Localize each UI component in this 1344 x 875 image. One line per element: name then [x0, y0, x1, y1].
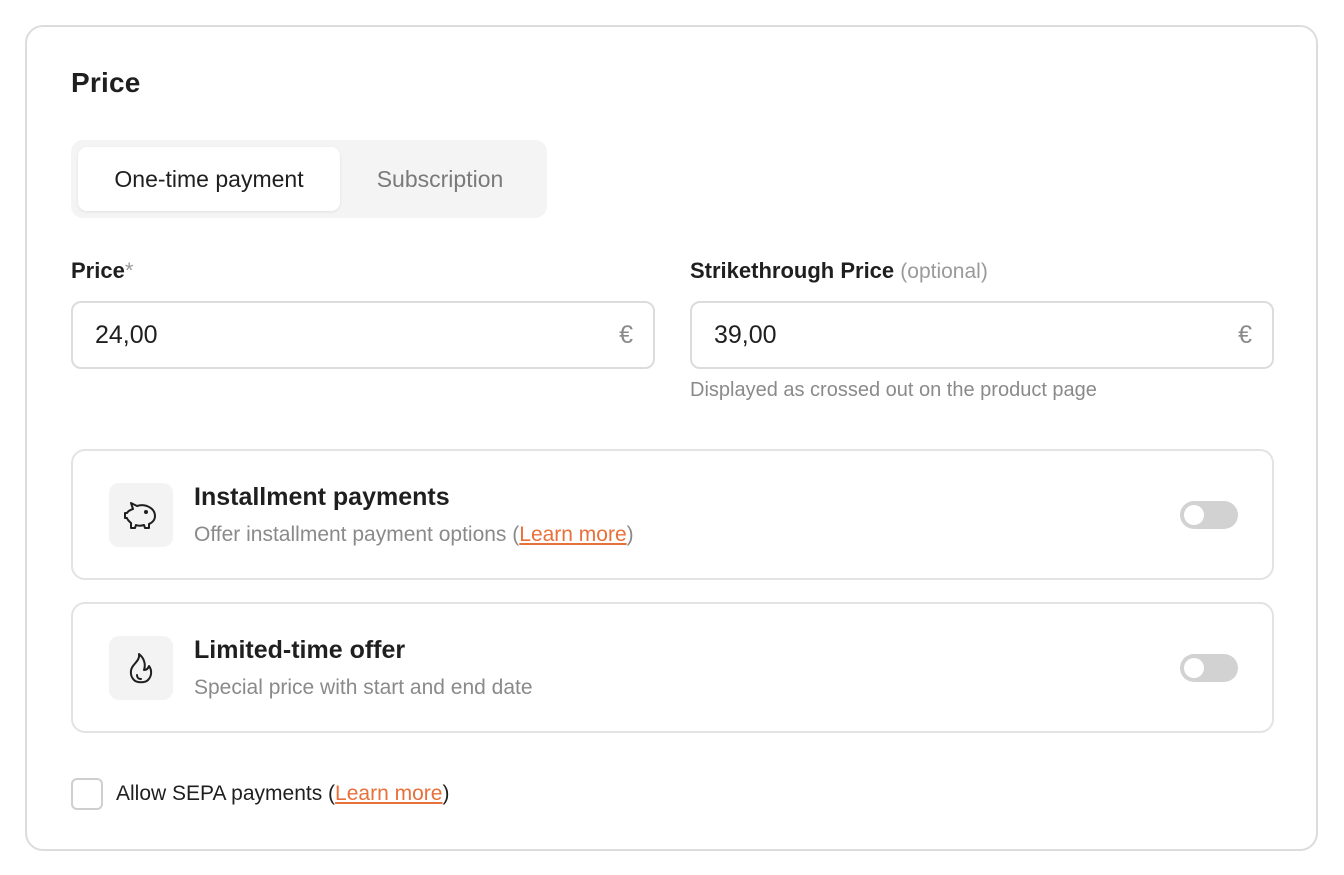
installment-learn-more-link[interactable]: Learn more	[519, 523, 626, 546]
installment-payments-toggle[interactable]	[1180, 501, 1238, 529]
price-value: 24,00	[95, 320, 158, 349]
limited-time-offer-desc: Special price with start and end date	[194, 676, 533, 699]
one-time-payment-tab[interactable]: One-time payment	[78, 147, 340, 211]
installment-payments-desc: Offer installment payment options (Learn…	[194, 523, 634, 547]
installment-desc-prefix: Offer installment payment options (	[194, 523, 520, 546]
toggle-knob	[1184, 505, 1204, 525]
flame-icon	[109, 636, 173, 700]
limited-time-offer-title: Limited-time offer	[194, 636, 406, 664]
price-label-text: Price	[71, 258, 125, 283]
subscription-tab[interactable]: Subscription	[340, 147, 540, 211]
installment-payments-card: Installment payments Offer installment p…	[71, 449, 1274, 580]
installment-desc-suffix: )	[626, 523, 634, 546]
price-input[interactable]: 24,00 €	[71, 301, 655, 369]
euro-currency-icon: €	[619, 320, 633, 349]
sepa-learn-more-link[interactable]: Learn more	[335, 782, 442, 805]
price-label: Price*	[71, 258, 133, 284]
strikethrough-help-text: Displayed as crossed out on the product …	[690, 379, 1097, 401]
sepa-label: Allow SEPA payments (Learn more)	[116, 782, 449, 806]
strikethrough-price-input[interactable]: 39,00 €	[690, 301, 1274, 369]
sepa-checkbox[interactable]	[71, 778, 103, 810]
sepa-label-suffix: )	[442, 782, 450, 805]
sepa-row: Allow SEPA payments (Learn more)	[71, 778, 449, 810]
pricing-type-toggle: One-time payment Subscription	[71, 140, 547, 218]
limited-time-offer-toggle[interactable]	[1180, 654, 1238, 682]
strikethrough-price-value: 39,00	[714, 320, 777, 349]
euro-currency-icon: €	[1238, 320, 1252, 349]
section-title: Price	[71, 67, 141, 98]
piggy-bank-icon	[109, 483, 173, 547]
optional-text: (optional)	[900, 260, 988, 283]
sepa-label-prefix: Allow SEPA payments (	[116, 782, 336, 805]
strikethrough-label-text: Strikethrough Price	[690, 258, 895, 283]
installment-payments-title: Installment payments	[194, 483, 450, 511]
toggle-knob	[1184, 658, 1204, 678]
limited-time-offer-card: Limited-time offer Special price with st…	[71, 602, 1274, 733]
price-card: Price One-time payment Subscription Pric…	[25, 25, 1318, 851]
strikethrough-price-label: Strikethrough Price (optional)	[690, 258, 988, 284]
required-mark: *	[124, 258, 134, 283]
